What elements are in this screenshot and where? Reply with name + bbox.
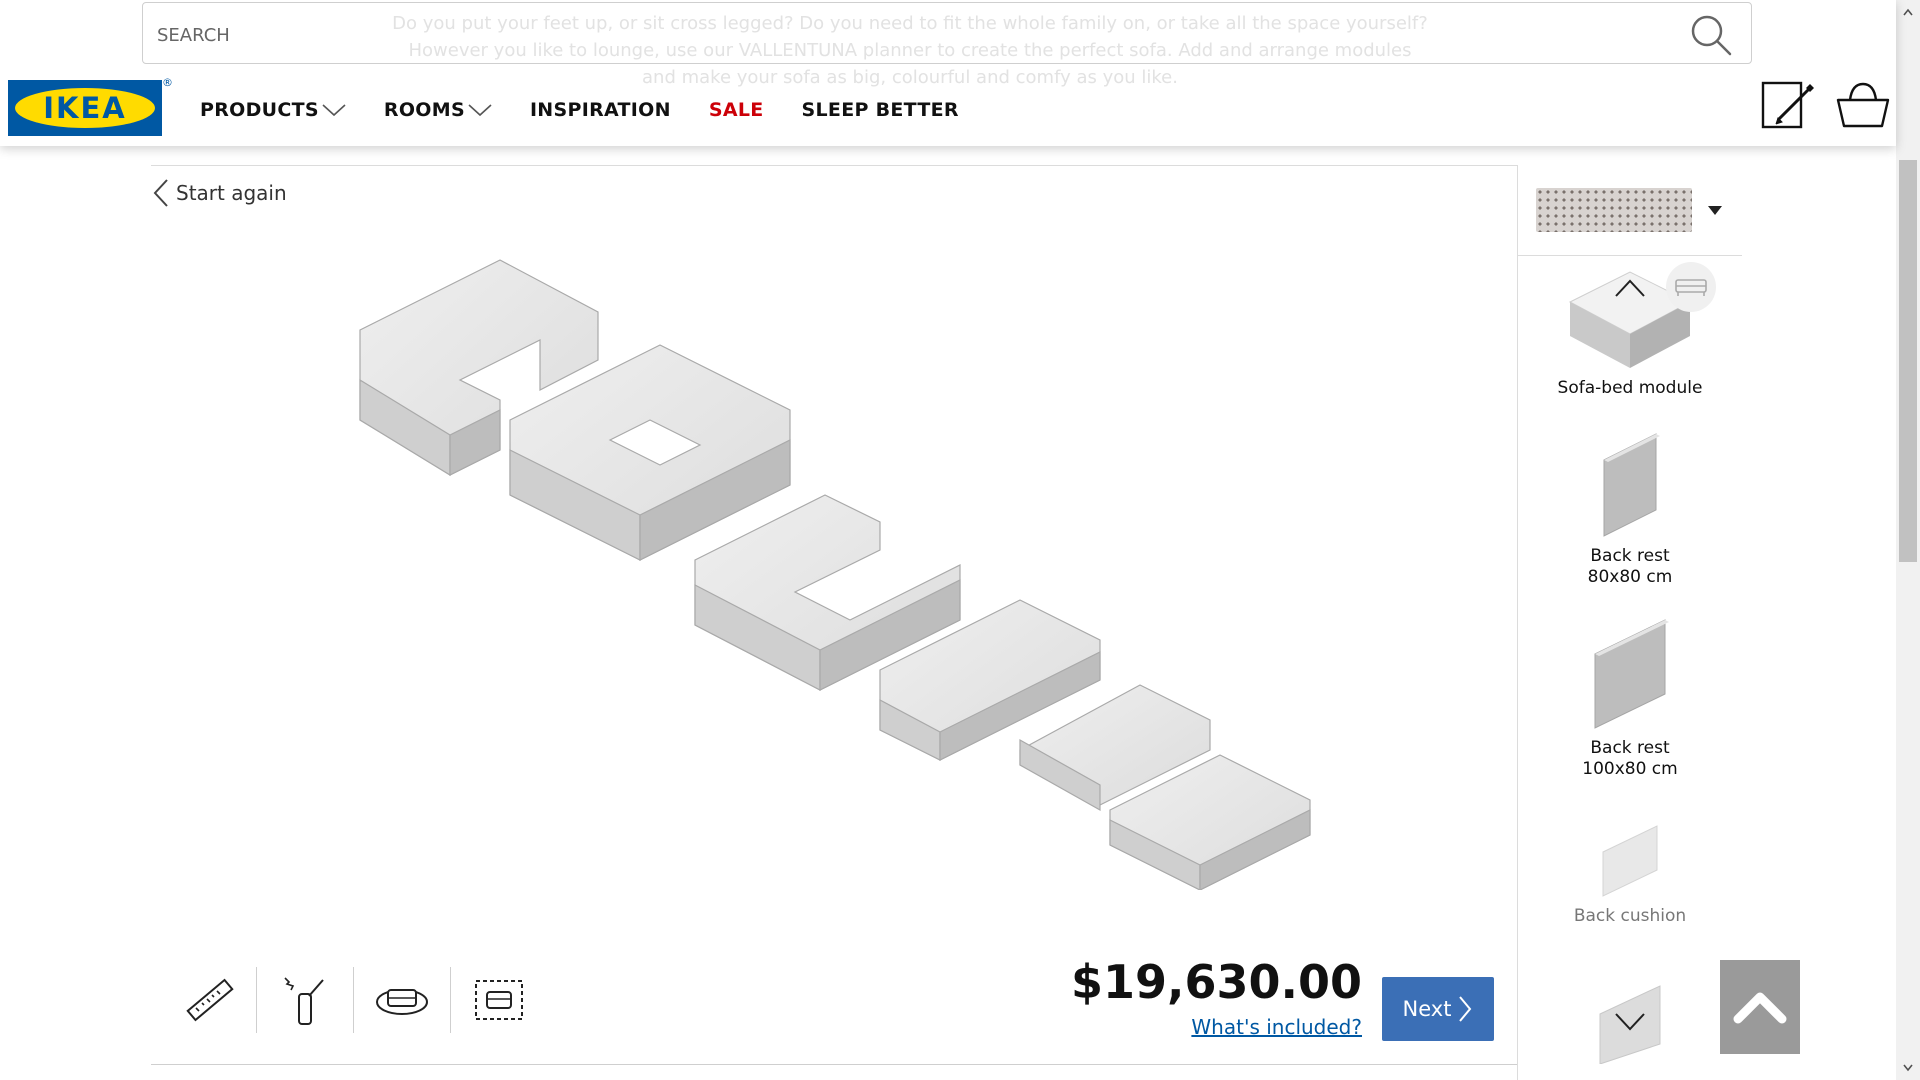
nav-label: SLEEP BETTER xyxy=(801,99,959,121)
chevron-down-icon[interactable] xyxy=(1614,1012,1646,1032)
module-label-line: 80x80 cm xyxy=(1587,567,1673,587)
back-rest-80-image xyxy=(1603,433,1660,537)
stick-icon xyxy=(284,977,324,1025)
site-header: Do you put your feet up, or sit cross le… xyxy=(0,0,1896,146)
main-nav: PRODUCTS ROOMS INSPIRATION SALE SLEEP BE… xyxy=(200,94,997,126)
stick-tool[interactable] xyxy=(257,960,353,1040)
next-button[interactable]: Next xyxy=(1382,977,1494,1041)
shopping-basket-icon[interactable] xyxy=(1834,80,1892,130)
module-back-cushion[interactable]: Back cushion xyxy=(1530,824,1730,927)
logo-text: IKEA xyxy=(43,91,127,125)
scrollbar-thumb[interactable] xyxy=(1899,160,1917,562)
module-label: Back rest 100x80 cm xyxy=(1530,738,1730,780)
nav-rooms[interactable]: ROOMS xyxy=(384,99,492,121)
measure-tool[interactable] xyxy=(160,960,256,1040)
chevron-up-icon xyxy=(1733,992,1787,1024)
edit-list-icon[interactable] xyxy=(1760,80,1814,130)
search-bar[interactable] xyxy=(142,2,1752,64)
planner-toolbar xyxy=(160,960,547,1040)
back-rest-100-image xyxy=(1594,619,1669,729)
module-label-line: 100x80 cm xyxy=(1582,759,1678,779)
sofa-3d-view[interactable] xyxy=(340,250,1340,890)
module-label: Back cushion xyxy=(1573,906,1687,926)
ikea-logo[interactable]: IKEA xyxy=(8,80,162,136)
divider xyxy=(1517,165,1518,1080)
module-label: Back rest 80x80 cm xyxy=(1530,546,1730,588)
ruler-icon xyxy=(186,978,234,1022)
start-again-link[interactable]: Start again xyxy=(152,178,287,208)
chevron-left-icon xyxy=(153,179,168,207)
chevron-down-icon xyxy=(468,104,492,117)
search-input[interactable] xyxy=(157,21,1657,49)
chevron-right-icon xyxy=(1459,996,1472,1022)
select-area-icon xyxy=(475,980,523,1020)
start-again-label: Start again xyxy=(176,181,287,205)
scroll-to-top-button[interactable] xyxy=(1720,960,1800,1054)
divider xyxy=(151,165,1517,166)
fabric-selector[interactable] xyxy=(1536,188,1722,236)
logo-ellipse: IKEA xyxy=(15,88,155,128)
module-back-rest-80[interactable]: Back rest 80x80 cm xyxy=(1530,430,1730,588)
total-price: $19,630.00 xyxy=(1070,955,1362,1009)
nav-sleep-better[interactable]: SLEEP BETTER xyxy=(802,99,959,121)
registered-mark: ® xyxy=(162,76,173,89)
module-back-rest-100[interactable]: Back rest 100x80 cm xyxy=(1530,616,1730,780)
module-label: Sofa-bed module xyxy=(1557,378,1703,398)
nav-label: PRODUCTS xyxy=(200,99,319,121)
nav-label: SALE xyxy=(708,99,764,121)
whats-included-link[interactable]: What's included? xyxy=(1100,1015,1362,1039)
nav-label: ROOMS xyxy=(383,99,465,121)
intro-line: and make your sofa as big, colourful and… xyxy=(642,67,1178,88)
select-tool[interactable] xyxy=(451,960,547,1040)
fabric-swatch xyxy=(1536,188,1692,232)
nav-products[interactable]: PRODUCTS xyxy=(200,99,346,121)
caret-down-icon xyxy=(1708,206,1722,215)
module-label-line: Back rest xyxy=(1590,546,1670,566)
scroll-down-arrow[interactable] xyxy=(1896,1056,1920,1080)
back-cushion-image xyxy=(1602,825,1658,897)
sofa-arrangement xyxy=(359,259,1311,890)
page-scrollbar[interactable] xyxy=(1896,0,1920,1080)
rotate-tool[interactable] xyxy=(354,960,450,1040)
nav-inspiration[interactable]: INSPIRATION xyxy=(530,99,671,121)
divider xyxy=(151,1064,1517,1065)
divider xyxy=(1518,255,1742,256)
search-icon[interactable] xyxy=(1689,13,1733,57)
nav-label: INSPIRATION xyxy=(529,99,671,121)
scroll-up-arrow[interactable] xyxy=(1896,0,1920,24)
caret-down-icon xyxy=(1903,1064,1913,1072)
rotate-sofa-icon xyxy=(376,989,428,1015)
sofa-bed-badge xyxy=(1666,262,1716,312)
chevron-up-icon[interactable] xyxy=(1614,278,1646,298)
next-label: Next xyxy=(1402,997,1452,1021)
caret-up-icon xyxy=(1903,8,1913,16)
chevron-down-icon xyxy=(322,104,346,117)
nav-sale[interactable]: SALE xyxy=(709,99,764,121)
sofa-bed-icon xyxy=(1675,279,1707,296)
module-label-line: Back rest xyxy=(1590,738,1670,758)
